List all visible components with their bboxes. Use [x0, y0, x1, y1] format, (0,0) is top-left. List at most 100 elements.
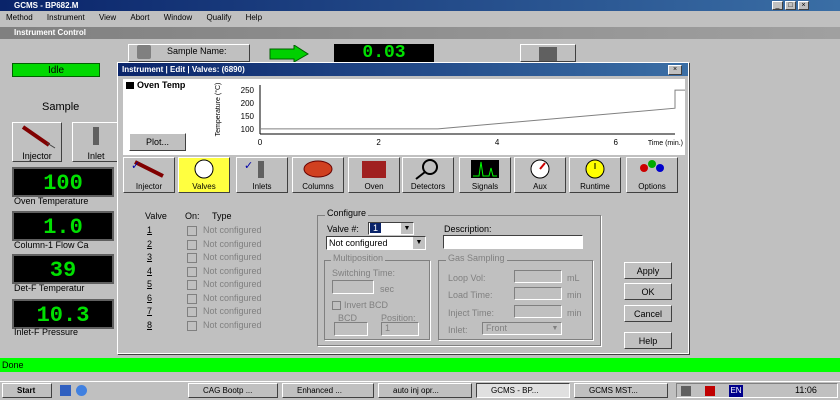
inlet-select[interactable]: Front ▼: [482, 322, 562, 335]
loop-vol-input[interactable]: [514, 270, 562, 283]
taskbar-item-auto-inj[interactable]: auto inj opr...: [378, 383, 472, 398]
help-button[interactable]: Help: [624, 332, 672, 349]
inlet-pressure-label: Inlet-F Pressure: [14, 327, 79, 337]
position-input[interactable]: 1: [381, 322, 419, 336]
instrument-icon-button[interactable]: [520, 44, 576, 62]
close-button[interactable]: ×: [798, 1, 809, 10]
valve-number-link[interactable]: 3: [147, 252, 152, 262]
printer-icon[interactable]: [681, 386, 691, 396]
ok-button[interactable]: OK: [624, 283, 672, 300]
injector-icon-button[interactable]: Injector: [12, 122, 62, 162]
on-col-text: On: [185, 211, 198, 221]
invert-bcd-checkbox[interactable]: Invert BCD: [332, 300, 388, 311]
taskbar-item-gcms-bp[interactable]: GCMS - BP...: [476, 383, 570, 398]
tab-oven[interactable]: Oven: [348, 157, 400, 193]
valve-header: Valve: [145, 211, 167, 221]
tab-signals[interactable]: Signals: [459, 157, 511, 193]
x-tick-label: 6: [613, 138, 618, 147]
menu-abort[interactable]: Abort: [130, 13, 149, 22]
valve-on-checkbox[interactable]: [187, 280, 197, 290]
valve-on-checkbox[interactable]: [187, 226, 197, 236]
gauge-icon: [530, 159, 550, 179]
taskbar-item-cag[interactable]: CAG Bootp ...: [188, 383, 278, 398]
tab-runtime[interactable]: Runtime: [569, 157, 621, 193]
clock: 11:06: [795, 385, 817, 395]
inject-time-input[interactable]: [514, 305, 562, 318]
tab-valves[interactable]: Valves: [178, 157, 230, 193]
load-time-label: Load Time:: [448, 290, 493, 300]
det-temp-readout: 39: [12, 254, 114, 284]
valve-number-label: Valve #:: [327, 224, 359, 234]
invert-bcd-box: [332, 301, 341, 311]
description-label: Description:: [444, 224, 492, 234]
quick-launch: [56, 383, 184, 398]
tab-columns[interactable]: Columns: [292, 157, 344, 193]
desktop-icon[interactable]: [60, 385, 71, 396]
apply-button[interactable]: Apply: [624, 262, 672, 279]
sec-unit: sec: [380, 284, 395, 294]
taskbar-item-gcms-mst[interactable]: GCMS MST...: [574, 383, 668, 398]
inlet-icon: [93, 127, 99, 145]
multiposition-title: Multiposition: [331, 253, 386, 263]
valve-on-checkbox[interactable]: [187, 266, 197, 277]
vial-icon: [137, 45, 151, 59]
switching-time-input[interactable]: [332, 280, 374, 294]
language-indicator[interactable]: EN: [729, 385, 743, 397]
plot-button[interactable]: Plot...: [129, 133, 186, 151]
acrobat-icon[interactable]: [705, 386, 715, 396]
tab-valves-label: Valves: [192, 182, 216, 191]
valve-number-link[interactable]: 5: [147, 279, 152, 289]
status-idle: Idle: [12, 63, 100, 77]
menu-instrument[interactable]: Instrument: [47, 13, 85, 22]
sample-name-box[interactable]: Sample Name:: [128, 44, 250, 62]
valve-on-checkbox[interactable]: [187, 320, 197, 331]
tab-aux[interactable]: Aux: [514, 157, 566, 193]
valve-on-checkbox[interactable]: [187, 253, 197, 263]
valve-number-link[interactable]: 8: [147, 320, 152, 330]
instrument-control-title: Instrument Control: [0, 27, 840, 39]
menu-method[interactable]: Method: [6, 13, 33, 22]
bcd-input[interactable]: [334, 322, 368, 336]
menu-window[interactable]: Window: [164, 13, 192, 22]
oven-temp-chart: 100 150 200 250 0 2 4 6 Temperature (°C) Time (mi…: [214, 83, 685, 147]
valve-type-select[interactable]: Not configured ▼: [326, 236, 426, 250]
start-arrow-icon[interactable]: [268, 44, 310, 63]
valve-on-checkbox[interactable]: [187, 293, 197, 304]
type-col-header: Type: [212, 211, 232, 221]
y-axis-label: Temperature (°C): [214, 83, 222, 137]
valve-number-link[interactable]: 4: [147, 266, 152, 276]
valve-type-text: Not configured: [203, 306, 262, 316]
tab-detectors[interactable]: Detectors: [402, 157, 454, 193]
valve-number-link[interactable]: 6: [147, 293, 152, 303]
sample-label: Sample: [42, 101, 80, 113]
ie-icon[interactable]: [76, 385, 87, 396]
system-tray: EN 11:06: [676, 383, 838, 398]
tab-signals-label: Signals: [471, 182, 499, 191]
tab-options-label: Options: [638, 182, 666, 191]
valve-on-checkbox[interactable]: [187, 239, 197, 250]
valve-number-link[interactable]: 7: [147, 306, 152, 316]
valve-number-link[interactable]: 1: [147, 225, 152, 235]
menu-view[interactable]: View: [99, 13, 116, 22]
det-temp-label: Det-F Temperatur: [14, 283, 85, 293]
valve-number-link[interactable]: 2: [147, 239, 152, 249]
menu-help[interactable]: Help: [246, 13, 262, 22]
inlet-icon-button[interactable]: Inlet: [72, 122, 120, 162]
minimize-button[interactable]: _: [772, 1, 783, 10]
maximize-button[interactable]: □: [785, 1, 796, 10]
menu-qualify[interactable]: Qualify: [206, 13, 231, 22]
valve-on-checkbox[interactable]: [187, 307, 197, 317]
tab-inlets[interactable]: ✓ Inlets: [236, 157, 288, 193]
start-button[interactable]: Start: [2, 383, 52, 398]
description-input[interactable]: [443, 235, 583, 249]
dialog-close-button[interactable]: ×: [668, 65, 682, 75]
tab-options[interactable]: Options: [626, 157, 678, 193]
tab-injector[interactable]: ✓ Injector: [123, 157, 175, 193]
valve-number-select[interactable]: 1 ▼: [368, 222, 414, 235]
y-tick-label: 100: [241, 125, 255, 134]
cancel-button[interactable]: Cancel: [624, 305, 672, 322]
valve-type-text: Not configured: [203, 225, 262, 235]
load-time-input[interactable]: [514, 287, 562, 300]
detector-icon: [415, 159, 438, 180]
taskbar-item-enhanced[interactable]: Enhanced ...: [282, 383, 374, 398]
